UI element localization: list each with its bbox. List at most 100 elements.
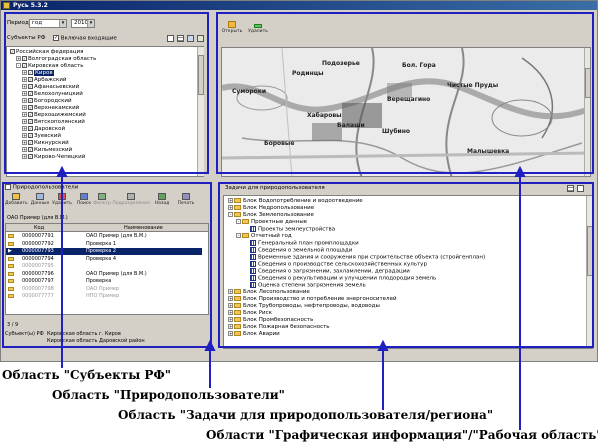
table-row[interactable]: 0000007794 Проверка 4 (6, 256, 202, 263)
task-tree-item[interactable]: + Блок Промбезопасность (228, 317, 592, 324)
open-button[interactable]: Открыть (221, 21, 243, 34)
print-button[interactable]: Печать (175, 193, 197, 206)
expand-icon[interactable]: + (22, 91, 27, 96)
task-tree-item[interactable]: + Блок Лесопользование (228, 289, 592, 296)
subjects-tree-item[interactable]: + ✓ Вятскополянский (10, 119, 203, 126)
task-tree-item[interactable]: Временные здания и сооружения при строит… (228, 254, 592, 261)
task-tree-item[interactable]: Сведения о рекультивации и улучшении пло… (228, 275, 592, 282)
subjects-tree-item[interactable]: + ✓ Волгоградская область (10, 56, 203, 63)
subjects-tree-item[interactable]: + ✓ Даровской (10, 126, 203, 133)
checkbox-icon[interactable]: ✓ (10, 49, 15, 54)
subjects-scrollbar[interactable] (197, 47, 204, 176)
collapse-icon[interactable]: - (236, 233, 241, 238)
grid-view-icon[interactable] (177, 35, 184, 42)
checkbox-icon[interactable]: ✓ (28, 77, 33, 82)
collapse-icon[interactable]: - (236, 219, 241, 224)
year-select[interactable]: 2010 ▾ (71, 19, 95, 28)
table-row[interactable]: 0000007796 ОАО Пример (для В.М.) (6, 271, 202, 278)
expand-icon[interactable]: + (228, 296, 233, 301)
expand-icon[interactable]: + (22, 70, 27, 75)
checkbox-icon[interactable]: ✓ (28, 112, 33, 117)
task-tree-item[interactable]: Оценка степени загрязнения земель (228, 282, 592, 289)
scrollbar-thumb[interactable] (587, 226, 593, 276)
subjects-tree-item[interactable]: + ✓ Кикнурский (10, 140, 203, 147)
task-tree-item[interactable]: Сведения о загрязнении, захламлении, дег… (228, 268, 592, 275)
task-tree-item[interactable]: + Блок Трубопроводы, нефтепроводы, водово… (228, 303, 592, 310)
expand-icon[interactable]: + (228, 289, 233, 294)
checkbox-icon[interactable]: ✓ (28, 154, 33, 159)
checkbox-icon[interactable]: ✓ (28, 133, 33, 138)
scrollbar-thumb[interactable] (585, 68, 590, 98)
task-tree-item[interactable]: - Проектные данные (228, 219, 592, 226)
expand-icon[interactable]: + (228, 205, 233, 210)
add-button[interactable]: Добавить (5, 193, 28, 206)
task-tree-item[interactable]: Сведения о земельной площади (228, 247, 592, 254)
checkbox-icon[interactable]: ✓ (22, 56, 27, 61)
task-tree-item[interactable]: + Блок Риск (228, 310, 592, 317)
task-tree-item[interactable]: Сведения о производстве сельскохозяйстве… (228, 261, 592, 268)
subjects-tree-item[interactable]: + ✓ Кильмезский (10, 147, 203, 154)
subjects-tree-item[interactable]: + ✓ Арбажский (10, 77, 203, 84)
column-header-name[interactable]: Наименование (124, 224, 163, 232)
subjects-tree-item[interactable]: + ✓ Киров (10, 70, 203, 77)
table-row[interactable]: 0000007797 Проверка (6, 278, 202, 285)
table-row[interactable]: 0000007791 ОАО Пример (для В.М.) (6, 233, 202, 240)
filter-icon[interactable] (187, 35, 194, 42)
tree-view-icon[interactable] (577, 185, 584, 192)
expand-icon[interactable]: + (22, 77, 27, 82)
grid-view-icon[interactable] (567, 185, 574, 192)
checkbox-icon[interactable]: ✓ (22, 63, 27, 68)
expand-icon[interactable]: + (228, 310, 233, 315)
expand-icon[interactable]: + (22, 133, 27, 138)
task-tree-item[interactable]: + Блок Водопотребление и водоотведение (228, 198, 592, 205)
subjects-tree-item[interactable]: + ✓ Зуевский (10, 133, 203, 140)
checkbox-icon[interactable]: ✓ (28, 140, 33, 145)
panel-checkbox-icon[interactable] (5, 184, 11, 190)
subjects-tree-item[interactable]: + ✓ Афанасьевский (10, 84, 203, 91)
map-delete-button[interactable]: Удалить (247, 21, 269, 34)
checkbox-checked-icon[interactable]: ✓ (53, 35, 59, 41)
subjects-tree-item[interactable]: ✓ Российская федерация (10, 49, 203, 56)
task-tree-item[interactable]: Генеральный план промплощадки (228, 240, 592, 247)
expand-icon[interactable]: + (16, 56, 21, 61)
tree-view-icon[interactable] (167, 35, 174, 42)
expand-icon[interactable]: + (22, 105, 27, 110)
checkbox-icon[interactable]: ✓ (28, 119, 33, 124)
expand-icon[interactable]: + (228, 324, 233, 329)
task-tree-item[interactable]: + Блок Недропользование (228, 205, 592, 212)
filter-button[interactable]: Фильтр (91, 193, 113, 206)
table-row[interactable]: 0000007795 (6, 263, 202, 270)
checkbox-icon[interactable]: ✓ (28, 126, 33, 131)
include-nested-checkbox[interactable]: ✓ Включая входящие (53, 35, 117, 42)
checkbox-icon[interactable]: ✓ (28, 70, 33, 75)
expand-icon[interactable]: + (22, 98, 27, 103)
refresh-icon[interactable] (197, 35, 204, 42)
period-select[interactable]: год ▾ (29, 19, 67, 28)
expand-icon[interactable]: + (22, 147, 27, 152)
expand-icon[interactable]: + (22, 112, 27, 117)
subjects-tree-item[interactable]: + ✓ Богородский (10, 98, 203, 105)
back-button[interactable]: Назад (151, 193, 173, 206)
expand-icon[interactable]: + (228, 303, 233, 308)
checkbox-icon[interactable]: ✓ (28, 98, 33, 103)
map-view[interactable]: Родинцы Подозерье Бол. Гора Сумороки Чистые … (221, 47, 591, 177)
expand-icon[interactable]: + (22, 84, 27, 89)
task-tree-item[interactable]: + Блок Аварии (228, 331, 592, 338)
expand-icon[interactable]: + (22, 119, 27, 124)
table-row[interactable]: 0000007792 Проверка 1 (6, 241, 202, 248)
table-row[interactable]: ▶ 0000007793 Проверка 2 (6, 248, 202, 255)
expand-icon[interactable]: + (228, 331, 233, 336)
tasks-scrollbar[interactable] (586, 196, 593, 348)
column-header-code[interactable]: Код (34, 224, 44, 232)
task-tree-item[interactable]: - Отчетный год (228, 233, 592, 240)
subjects-tree-item[interactable]: - ✓ Кировская область (10, 63, 203, 70)
table-row[interactable]: 0000007798 ОАО Пример (6, 286, 202, 293)
expand-icon[interactable]: + (22, 126, 27, 131)
task-tree-item[interactable]: Проекты землеустройства (228, 226, 592, 233)
map-scrollbar[interactable] (584, 48, 590, 176)
divisions-button[interactable]: Подразделения (111, 193, 151, 206)
subjects-tree-item[interactable]: + ✓ Белохолуницкий (10, 91, 203, 98)
task-tree-item[interactable]: - Блок Землепользование (228, 212, 592, 219)
table-row[interactable]: 0000077777 НПО Пример (6, 293, 202, 300)
subjects-tree-item[interactable]: + ✓ Кирово-Чепецкий (10, 154, 203, 161)
